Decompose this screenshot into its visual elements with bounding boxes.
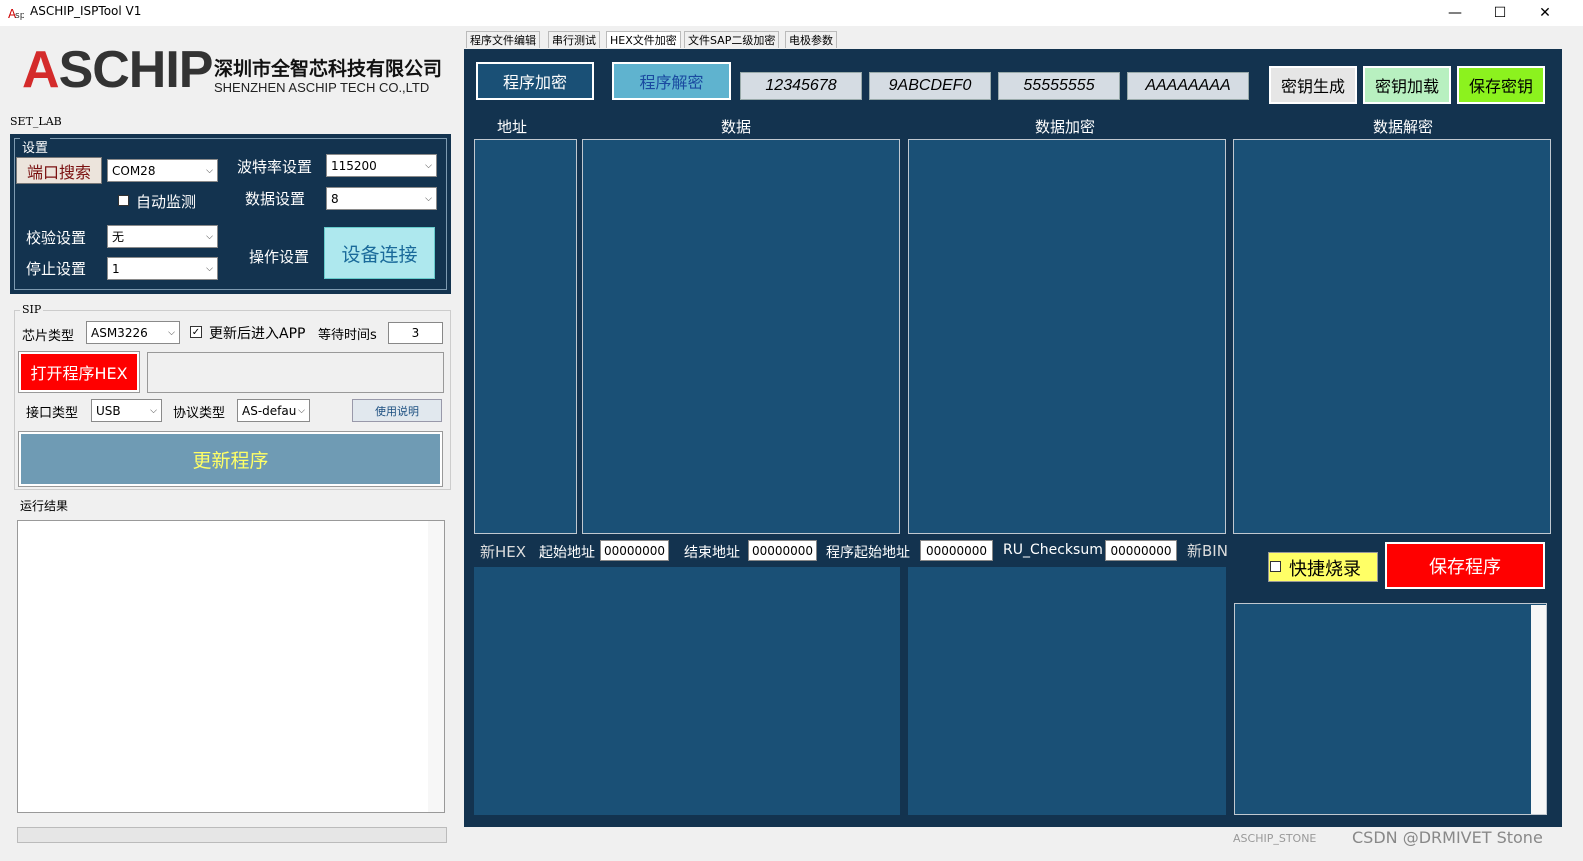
decrypt-program-button[interactable]: 程序解密 [612,62,731,100]
wait-time-input[interactable]: 3 [388,322,443,344]
sip-title: SIP [20,303,44,316]
set-lab-label: SET_LAB [10,115,62,128]
key-save-button[interactable]: 保存密钥 [1457,66,1545,104]
key-3-input[interactable]: 55555555 [998,72,1120,100]
address-header: 地址 [497,118,528,136]
data-bits-select[interactable]: 8 ⌵ [326,187,437,210]
baud-select[interactable]: 115200 ⌵ [326,154,437,177]
encrypted-data-textbox[interactable] [908,139,1226,534]
chevron-down-icon: ⌵ [298,405,305,416]
start-address-label: 起始地址 [539,545,595,561]
key-1-input[interactable]: 12345678 [740,72,862,100]
chevron-down-icon: ⌵ [206,263,213,274]
tab-serial-test[interactable]: 串行测试 [548,31,600,48]
decrypted-data-header: 数据解密 [1373,118,1434,136]
baud-label: 波特率设置 [237,158,313,176]
device-connect-button[interactable]: 设备连接 [324,227,435,279]
program-start-input[interactable]: 00000000 [920,540,993,561]
port-search-button[interactable]: 端口搜索 [16,157,102,184]
interface-select[interactable]: USB ⌵ [91,399,162,422]
chip-type-select[interactable]: ASM3226 ⌵ [86,321,180,344]
new-hex-textbox[interactable] [474,567,900,815]
tab-hex-encrypt[interactable]: HEX文件加密 [606,31,681,48]
new-hex-label: 新HEX [480,543,527,561]
burn-log-textbox[interactable] [1234,603,1547,815]
checksum-label: RU_Checksum [1003,542,1103,558]
checksum-input[interactable]: 00000000 [1105,540,1177,561]
enter-app-label: 更新后进入APP [209,326,306,342]
key-4-input[interactable]: AAAAAAAA [1127,72,1249,100]
key-generate-button[interactable]: 密钥生成 [1269,66,1357,104]
save-program-button[interactable]: 保存程序 [1385,542,1545,589]
window-title: ASCHIP_ISPTool V1 [30,4,142,18]
quick-burn-label: 快捷烧录 [1289,559,1361,580]
data-header: 数据 [721,118,752,136]
data-textbox[interactable] [582,139,900,534]
interface-label: 接口类型 [26,406,79,421]
chevron-down-icon: ⌵ [206,165,213,176]
run-result-textarea[interactable] [17,520,445,813]
run-result-label: 运行结果 [20,499,69,513]
minimize-button[interactable]: — [1432,0,1478,26]
wait-time-label: 等待时间s [318,328,377,343]
decrypted-data-textbox[interactable] [1233,139,1551,534]
stop-bits-select[interactable]: 1 ⌵ [107,257,218,280]
data-bits-label: 数据设置 [245,190,306,208]
encrypted-data-header: 数据加密 [1035,118,1096,136]
chevron-down-icon: ⌵ [150,405,157,416]
program-start-label: 程序起始地址 [826,545,910,561]
new-bin-textbox[interactable] [908,567,1226,815]
end-address-label: 结束地址 [684,545,740,561]
company-name-en: SHENZHEN ASCHIP TECH CO.,LTD [214,80,430,95]
chevron-down-icon: ⌵ [425,193,432,204]
title-bar: Asp ASCHIP_ISPTool V1 — ☐ ✕ [0,0,1583,26]
chip-type-label: 芯片类型 [22,329,75,344]
close-button[interactable]: ✕ [1522,0,1568,26]
hex-path-field[interactable] [147,352,444,393]
key-load-button[interactable]: 密钥加载 [1363,66,1451,104]
quick-burn-box[interactable] [1270,561,1281,572]
usage-guide-button[interactable]: 使用说明 [352,399,442,422]
update-program-button[interactable]: 更新程序 [18,431,443,487]
tab-electrode-params[interactable]: 电极参数 [785,31,837,48]
app-icon: Asp [8,7,24,21]
operation-label: 操作设置 [249,248,310,266]
company-name-cn: 深圳市全智芯科技有限公司 [214,58,443,80]
key-2-input[interactable]: 9ABCDEF0 [869,72,991,100]
protocol-label: 协议类型 [173,406,226,421]
chevron-down-icon: ⌵ [206,231,213,242]
svg-text:sp: sp [15,11,24,21]
company-logo: ASCHIP [22,41,213,99]
progress-bar [17,827,447,843]
tab-program-edit[interactable]: 程序文件编辑 [466,31,540,48]
settings-group-title: 设置 [20,137,51,156]
encrypt-program-button[interactable]: 程序加密 [476,62,594,100]
start-address-input[interactable]: 00000000 [600,540,669,561]
maximize-button[interactable]: ☐ [1477,0,1523,26]
footer-stone-label: ASCHIP_STONE [1233,832,1317,845]
address-textbox[interactable] [474,139,577,534]
stop-bits-label: 停止设置 [26,260,87,278]
watermark: CSDN @DRMIVET Stone [1352,828,1543,847]
scrollbar[interactable] [1531,605,1546,814]
port-select[interactable]: COM28 ⌵ [107,159,218,182]
protocol-select[interactable]: AS-defau ⌵ [237,399,310,422]
new-bin-label: 新BIN [1187,542,1228,560]
auto-monitor-checkbox[interactable] [118,195,129,206]
parity-label: 校验设置 [26,229,87,247]
chevron-down-icon: ⌵ [425,160,432,171]
tab-sap-encrypt[interactable]: 文件SAP二级加密 [684,31,780,48]
parity-select[interactable]: 无 ⌵ [107,225,218,248]
end-address-input[interactable]: 00000000 [748,540,817,561]
chevron-down-icon: ⌵ [168,327,175,338]
enter-app-checkbox[interactable]: ✓ [190,326,202,338]
scrollbar[interactable] [428,521,444,812]
auto-monitor-label: 自动监测 [136,193,197,211]
open-hex-button[interactable]: 打开程序HEX [18,351,140,393]
